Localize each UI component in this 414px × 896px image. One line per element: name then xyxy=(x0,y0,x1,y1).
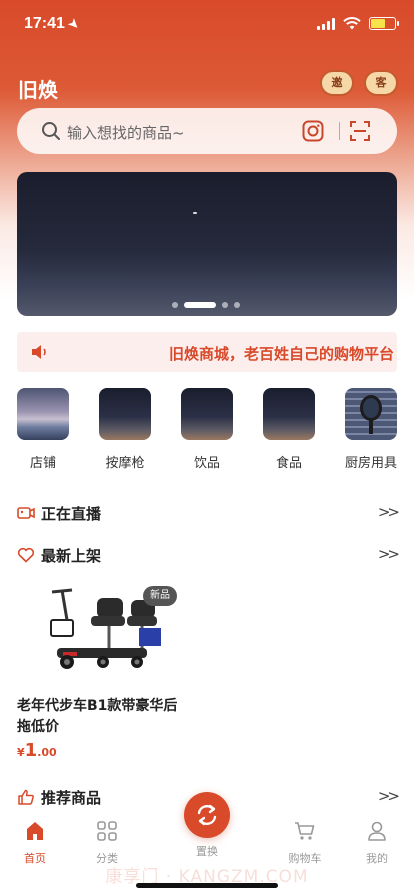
category-item-food[interactable]: 食品 xyxy=(259,388,319,471)
tab-cart[interactable]: 购物车 xyxy=(275,820,335,866)
section-title: 最新上架 xyxy=(41,547,102,565)
heart-icon xyxy=(17,547,35,563)
category-image xyxy=(263,388,315,440)
category-item-kitchen[interactable]: 厨房用具 xyxy=(341,388,401,471)
tab-mine[interactable]: 我的 xyxy=(347,820,407,866)
grid-icon xyxy=(97,821,117,841)
status-bar: 17:41➤ xyxy=(0,0,414,50)
app-title: 旧焕 xyxy=(18,78,58,102)
scan-icon[interactable] xyxy=(349,120,371,142)
category-item-drinks[interactable]: 饮品 xyxy=(177,388,237,471)
category-label: 厨房用具 xyxy=(344,456,397,471)
new-arrivals-section-header[interactable]: 最新上架 >> xyxy=(17,544,400,566)
exchange-icon xyxy=(197,804,217,826)
category-image xyxy=(17,388,69,440)
more-link[interactable]: >> xyxy=(378,503,400,521)
invite-badge-button[interactable]: 邀 xyxy=(320,70,354,96)
thumbs-up-icon xyxy=(18,789,34,805)
product-name: 老年代步车B1款带豪华后拖低价 xyxy=(17,698,178,735)
price-integer: 1 xyxy=(24,740,38,761)
banner-dot-active xyxy=(184,302,216,308)
live-section-header[interactable]: 正在直播 >> xyxy=(17,502,400,524)
search-bar[interactable]: 输入想找的商品~ xyxy=(17,108,397,154)
battery-icon xyxy=(369,17,399,30)
tab-label: 我的 xyxy=(366,852,388,865)
home-indicator xyxy=(136,883,278,888)
wifi-icon xyxy=(343,17,361,30)
category-item-shop[interactable]: 店铺 xyxy=(13,388,73,471)
banner-dot xyxy=(172,302,178,308)
notice-text: 旧焕商城，老百姓自己的购物平台 xyxy=(169,345,395,363)
price-decimal: .00 xyxy=(37,746,57,759)
service-badge-button[interactable]: 客 xyxy=(364,70,398,96)
more-link[interactable]: >> xyxy=(378,545,400,563)
tab-label: 首页 xyxy=(24,852,46,865)
category-row: 店铺 按摩枪 饮品 食品 厨房用具 xyxy=(0,388,414,471)
camera-search-icon[interactable] xyxy=(302,120,324,142)
notice-bar[interactable]: 旧焕商城，老百姓自己的购物平台 xyxy=(17,332,397,372)
banner-carousel[interactable] xyxy=(17,172,397,316)
search-input[interactable]: 输入想找的商品~ xyxy=(67,122,185,143)
video-icon xyxy=(17,507,35,519)
category-label: 食品 xyxy=(275,456,302,471)
category-image xyxy=(181,388,233,440)
category-item-massage-gun[interactable]: 按摩枪 xyxy=(95,388,155,471)
banner-image-detail xyxy=(193,212,197,214)
user-icon xyxy=(368,821,386,841)
new-badge: 新品 xyxy=(143,586,177,606)
status-time-text: 17:41 xyxy=(24,15,65,32)
status-icons xyxy=(317,17,399,30)
banner-dot xyxy=(222,302,228,308)
product-card[interactable]: 新品 老年代步车B1款带豪华后拖低价 ¥1.00 xyxy=(17,580,187,765)
search-icon xyxy=(42,122,60,140)
category-image xyxy=(345,388,397,440)
search-divider xyxy=(339,122,340,140)
banner-pagination xyxy=(172,302,240,308)
speaker-icon xyxy=(32,345,46,359)
more-link[interactable]: >> xyxy=(378,787,400,805)
banner-dot xyxy=(234,302,240,308)
section-title: 正在直播 xyxy=(41,505,102,523)
tab-category[interactable]: 分类 xyxy=(77,820,137,866)
category-label: 饮品 xyxy=(193,456,220,471)
tab-exchange-label: 置换 xyxy=(196,845,218,858)
section-title: 推荐商品 xyxy=(41,789,102,807)
home-icon xyxy=(27,822,43,840)
tab-exchange[interactable] xyxy=(184,792,230,838)
product-price: ¥1.00 xyxy=(17,740,57,761)
mirror-image xyxy=(360,395,382,434)
category-label: 店铺 xyxy=(29,456,56,471)
signal-icon xyxy=(317,17,335,30)
location-arrow-icon: ➤ xyxy=(65,15,83,33)
cart-icon xyxy=(295,822,315,840)
status-time: 17:41➤ xyxy=(24,15,83,33)
price-symbol: ¥ xyxy=(17,746,25,759)
tab-home[interactable]: 首页 xyxy=(5,820,65,866)
category-label: 按摩枪 xyxy=(105,456,145,471)
category-image xyxy=(99,388,151,440)
